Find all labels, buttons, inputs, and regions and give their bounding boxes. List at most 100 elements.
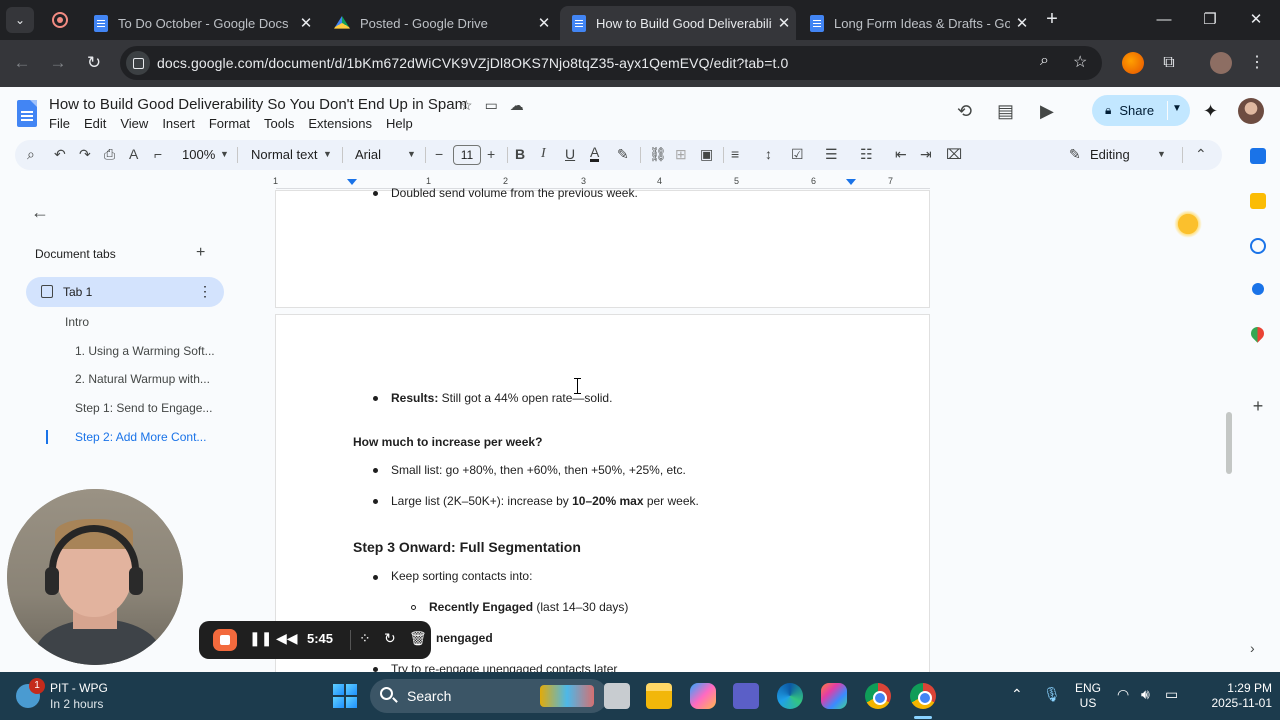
url-text[interactable]: docs.google.com/document/d/1bKm672dWiCVK… xyxy=(157,55,788,71)
menu-format[interactable]: Format xyxy=(209,116,250,131)
forward-arrow-icon[interactable]: → xyxy=(47,52,69,74)
account-avatar[interactable] xyxy=(1238,98,1264,124)
outline-item-natural-warmup[interactable]: 2. Natural Warmup with... xyxy=(75,372,210,386)
close-icon[interactable]: ✕ xyxy=(772,14,796,32)
hide-menus-chevron-icon[interactable]: ⌃ xyxy=(1195,146,1207,163)
system-clock[interactable]: 1:29 PM 2025-11-01 xyxy=(1198,681,1273,711)
microsoft-365-icon[interactable] xyxy=(821,683,847,709)
add-comment-icon[interactable]: ⊞ xyxy=(675,146,687,163)
align-icon[interactable]: ≡ xyxy=(731,146,739,162)
menu-edit[interactable]: Edit xyxy=(84,116,106,131)
address-bar[interactable]: docs.google.com/document/d/1bKm672dWiCVK… xyxy=(120,46,1102,80)
contacts-icon[interactable] xyxy=(1252,283,1264,295)
chevron-down-icon[interactable]: ▼ xyxy=(323,149,332,159)
chevron-down-icon[interactable]: ▼ xyxy=(220,149,229,159)
print-icon[interactable]: ⎙ xyxy=(104,146,115,163)
menu-tools[interactable]: Tools xyxy=(264,116,294,131)
font-family-select[interactable]: Arial xyxy=(355,147,381,162)
taskbar-search[interactable]: Search xyxy=(370,679,608,713)
decrease-font-size-icon[interactable]: − xyxy=(435,146,443,162)
taskbar-app-icon[interactable] xyxy=(604,683,630,709)
restore-icon[interactable]: ❐ xyxy=(1190,8,1230,32)
chevron-up-icon[interactable]: ⌃ xyxy=(1011,686,1023,703)
font-size-input[interactable]: 11 xyxy=(453,145,481,165)
window-close-icon[interactable]: ✕ xyxy=(1236,8,1276,32)
paragraph-style-select[interactable]: Normal text xyxy=(251,147,317,162)
undo-icon[interactable]: ↶ xyxy=(54,146,66,163)
redo-icon[interactable]: ↷ xyxy=(79,146,91,163)
trash-icon[interactable]: 🗑︎ xyxy=(409,630,427,647)
highlight-icon[interactable]: ✎ xyxy=(617,146,629,163)
weather-title[interactable]: PIT - WPG xyxy=(50,681,108,695)
insert-image-icon[interactable]: ▣ xyxy=(700,146,713,163)
battery-icon[interactable]: ▭ xyxy=(1165,686,1178,703)
doc-text-recently-engaged[interactable]: Recently Engaged (last 14–30 days) xyxy=(429,600,628,614)
back-arrow-icon[interactable]: ← xyxy=(31,202,49,223)
outline-item-intro[interactable]: Intro xyxy=(65,315,89,329)
kebab-menu-icon[interactable]: ⋮ xyxy=(1246,52,1268,74)
docs-logo-icon[interactable] xyxy=(17,100,37,127)
site-info-icon[interactable] xyxy=(126,51,150,75)
outline-item-step1[interactable]: Step 1: Send to Engage... xyxy=(75,401,212,415)
get-addons-plus-icon[interactable]: + xyxy=(1250,397,1266,415)
bold-icon[interactable]: B xyxy=(515,146,525,162)
close-icon[interactable]: ✕ xyxy=(1010,14,1034,32)
zoom-select[interactable]: 100% xyxy=(182,147,215,162)
browser-tab-longform[interactable]: Long Form Ideas & Drafts - Goo ✕ xyxy=(798,6,1034,40)
copilot-icon[interactable] xyxy=(690,683,716,709)
chevron-down-icon[interactable]: ▼ xyxy=(407,149,416,159)
profile-avatar[interactable] xyxy=(1210,52,1232,74)
menu-extensions[interactable]: Extensions xyxy=(308,116,372,131)
close-icon[interactable]: ✕ xyxy=(294,14,318,32)
outline-item-step2[interactable]: Step 2: Add More Cont... xyxy=(75,430,206,444)
doc-text-large-list[interactable]: Large list (2K–50K+): increase by 10–20%… xyxy=(391,494,699,508)
bookmark-star-icon[interactable]: ☆ xyxy=(1073,52,1087,72)
tab-search-chevron-icon[interactable]: ⌄ xyxy=(6,7,34,33)
menu-help[interactable]: Help xyxy=(386,116,413,131)
checklist-icon[interactable]: ☑ xyxy=(791,146,804,163)
browser-tab-deliverability[interactable]: How to Build Good Deliverabilit ✕ xyxy=(560,6,796,40)
doc-heading-increase[interactable]: How much to increase per week? xyxy=(353,435,542,449)
chrome-icon[interactable] xyxy=(865,683,891,709)
increase-indent-icon[interactable]: ⇥ xyxy=(920,146,932,163)
drawing-tools-icon[interactable]: ⁘ xyxy=(359,630,371,647)
tasks-icon[interactable] xyxy=(1250,238,1266,254)
extension-icon[interactable] xyxy=(1122,52,1144,74)
editing-mode-select[interactable]: Editing xyxy=(1090,147,1130,162)
microphone-icon[interactable]: 🎙︎ xyxy=(1043,686,1061,703)
doc-text-unengaged[interactable]: nengaged xyxy=(436,631,493,645)
sidebar-tab-1[interactable]: Tab 1 ⋮ xyxy=(26,277,224,307)
paint-format-icon[interactable]: ⌐ xyxy=(154,146,162,162)
language-indicator[interactable]: ENG US xyxy=(1075,681,1101,711)
italic-icon[interactable]: I xyxy=(541,146,546,162)
left-indent-marker-icon[interactable] xyxy=(347,179,357,185)
minimize-icon[interactable]: — xyxy=(1144,8,1184,32)
comments-icon[interactable]: ▤ xyxy=(997,101,1014,122)
bulleted-list-icon[interactable]: ☰ xyxy=(825,146,838,163)
insert-link-icon[interactable]: ⛓ xyxy=(649,146,667,163)
document-page[interactable] xyxy=(275,190,930,308)
back-arrow-icon[interactable]: ← xyxy=(11,52,33,74)
right-indent-marker-icon[interactable] xyxy=(846,179,856,185)
add-tab-button[interactable]: + xyxy=(196,244,205,262)
cloud-status-icon[interactable]: ☁ xyxy=(510,97,524,114)
decrease-indent-icon[interactable]: ⇤ xyxy=(895,146,907,163)
pause-icon[interactable]: ❚❚ xyxy=(249,630,272,647)
meet-video-icon[interactable]: ▶ xyxy=(1040,101,1054,122)
weather-subtitle[interactable]: In 2 hours xyxy=(50,697,103,711)
chrome-profile-icon[interactable] xyxy=(910,683,936,709)
star-icon[interactable]: ☆ xyxy=(460,97,473,114)
vertical-scrollbar[interactable] xyxy=(1226,412,1232,474)
rewind-icon[interactable]: ◀◀ xyxy=(276,630,298,647)
move-folder-icon[interactable]: ▭ xyxy=(485,97,498,114)
increase-font-size-icon[interactable]: + xyxy=(487,146,495,162)
doc-text-small-list[interactable]: Small list: go +80%, then +60%, then +50… xyxy=(391,463,686,477)
reload-icon[interactable]: ↻ xyxy=(83,52,105,74)
zoom-magnifier-icon[interactable]: ⌕ xyxy=(1040,52,1049,70)
calendar-icon[interactable] xyxy=(1250,148,1266,164)
share-button[interactable]: 🔒︎ Share ▼ xyxy=(1092,95,1190,126)
gemini-sparkle-icon[interactable]: ✦ xyxy=(1203,101,1218,122)
line-spacing-icon[interactable]: ↕ xyxy=(765,146,772,162)
chevron-down-icon[interactable]: ▼ xyxy=(1172,103,1182,114)
keep-icon[interactable] xyxy=(1250,193,1266,209)
